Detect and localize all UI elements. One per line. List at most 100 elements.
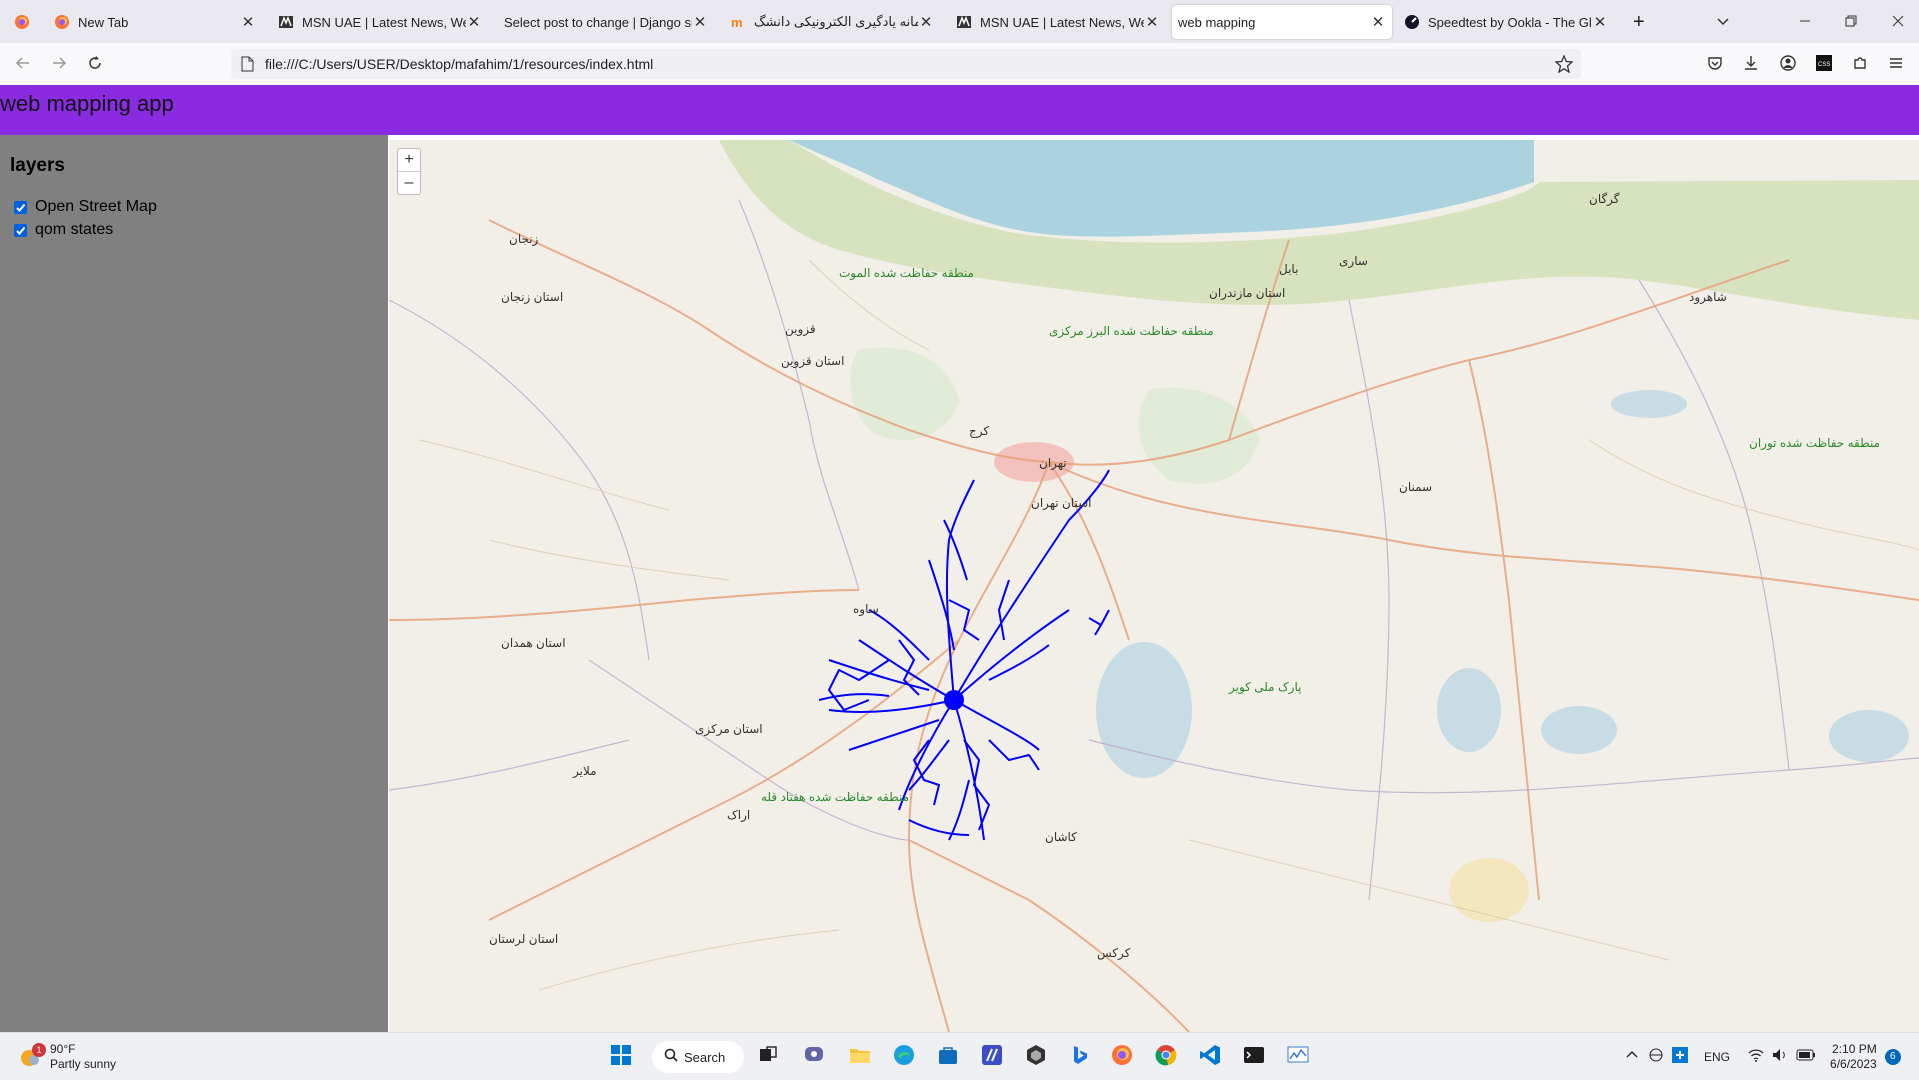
language-indicator[interactable]: ENG [1704, 1050, 1730, 1064]
msn-icon [956, 14, 972, 30]
weather-widget[interactable]: 1 90°F Partly sunny [18, 1033, 116, 1080]
layer-toggle-osm[interactable]: Open Street Map [14, 198, 157, 216]
search-label: Search [684, 1049, 726, 1065]
menu-button[interactable] [1883, 52, 1909, 78]
list-all-tabs-button[interactable] [1710, 5, 1736, 39]
tab-speedtest[interactable]: Speedtest by Ookla - The Globa ✕ [1398, 5, 1614, 39]
tab-django[interactable]: Select post to change | Django site ✕ [498, 5, 714, 39]
file-explorer-button[interactable] [844, 1041, 876, 1073]
terminal-icon [1243, 1044, 1265, 1071]
performance-monitor-button[interactable] [1282, 1041, 1314, 1073]
map-label: استان تهران [1031, 496, 1092, 510]
qom-states-layer [818, 469, 1110, 841]
edge-button[interactable] [888, 1041, 920, 1073]
task-view-button[interactable] [752, 1041, 784, 1073]
tab-msn-1[interactable]: MSN UAE | Latest News, Weath ✕ [272, 5, 488, 39]
layer-toggle-qom-states[interactable]: qom states [14, 221, 113, 239]
zoom-out-button[interactable]: – [398, 171, 420, 194]
chrome-icon [1155, 1044, 1177, 1071]
reload-icon [87, 55, 103, 76]
restore-button[interactable] [1839, 5, 1865, 39]
extensions-button[interactable] [1847, 52, 1873, 78]
teams-chat-button[interactable] [798, 1041, 830, 1073]
map-label: بابل [1279, 262, 1299, 276]
reload-button[interactable] [82, 52, 108, 78]
taskbar-search[interactable]: Search [652, 1041, 744, 1073]
download-icon [1743, 55, 1759, 76]
bing-button[interactable] [1064, 1041, 1096, 1073]
new-tab-button[interactable]: + [1627, 5, 1653, 39]
network-cloud-icon[interactable] [1648, 1047, 1664, 1066]
window-close-button[interactable] [1886, 5, 1912, 39]
file-icon [241, 56, 255, 77]
chrome-button[interactable] [1150, 1041, 1182, 1073]
css-extension-button[interactable]: CSS [1811, 52, 1837, 78]
tab-web-mapping[interactable]: web mapping ✕ [1172, 5, 1392, 39]
map-view[interactable]: + – زنجان استان زنجان قزوین استان قزوین … [389, 140, 1919, 1032]
layers-heading: layers [10, 155, 65, 176]
close-icon [1892, 15, 1904, 30]
forward-button[interactable] [46, 52, 72, 78]
css-extension-icon: CSS [1816, 54, 1832, 76]
account-button[interactable] [1775, 52, 1801, 78]
map-label: ساوه [853, 602, 879, 616]
wifi-icon[interactable] [1748, 1048, 1764, 1065]
map-label: قزوین [785, 322, 816, 336]
map-label: زنجان [509, 232, 539, 246]
map-label: شاهرود [1689, 290, 1727, 304]
notification-badge[interactable]: 6 [1884, 1048, 1901, 1065]
tab-title: web mapping [1178, 14, 1256, 30]
app-tray-icon[interactable] [1672, 1047, 1688, 1066]
firefox-menu-tab[interactable] [8, 5, 38, 39]
tab-title: Speedtest by Ookla - The Globa [1428, 14, 1592, 30]
close-tab-icon[interactable]: ✕ [1144, 14, 1160, 31]
powerapps-button[interactable] [976, 1041, 1008, 1073]
clock-time: 2:10 PM [1832, 1041, 1877, 1056]
tab-msn-2[interactable]: MSN UAE | Latest News, Weath ✕ [950, 5, 1166, 39]
vscode-button[interactable] [1194, 1041, 1226, 1073]
firefox-taskbar-button[interactable] [1106, 1041, 1138, 1073]
svg-text:CSS: CSS [1818, 62, 1830, 68]
tab-elearning[interactable]: m سامانه یادگیری الکترونیکی دانشگ ✕ [724, 5, 940, 39]
close-tab-icon[interactable]: ✕ [1370, 14, 1386, 31]
edge-icon [893, 1044, 915, 1071]
zoom-in-button[interactable]: + [398, 149, 420, 171]
bing-icon [1069, 1044, 1091, 1071]
checkbox-checked-icon[interactable] [14, 223, 27, 237]
address-bar[interactable]: file:///C:/Users/USER/Desktop/mafahim/1/… [231, 49, 1581, 79]
map-label: منطقه حفاظت شده توران [1749, 436, 1880, 450]
close-tab-icon[interactable]: ✕ [918, 14, 934, 31]
tab-title: Select post to change | Django site [504, 14, 692, 30]
minimize-button[interactable] [1793, 5, 1819, 39]
map-label: استان همدان [501, 636, 566, 650]
volume-icon[interactable] [1772, 1048, 1788, 1065]
map-label: استان لرستان [489, 932, 559, 946]
firefox-icon [1111, 1044, 1133, 1071]
weather-description: Partly sunny [50, 1056, 117, 1071]
plus-icon: + [1633, 10, 1645, 33]
terminal-button[interactable] [1238, 1041, 1270, 1073]
back-button[interactable] [10, 52, 36, 78]
close-tab-icon[interactable]: ✕ [466, 14, 482, 31]
arrow-left-icon [15, 55, 31, 76]
vscode-icon [1199, 1044, 1221, 1071]
slash-app-icon [981, 1044, 1003, 1071]
downloads-button[interactable] [1738, 52, 1764, 78]
close-tab-icon[interactable]: ✕ [240, 14, 256, 31]
close-tab-icon[interactable]: ✕ [692, 14, 708, 31]
tab-new-tab[interactable]: New Tab ✕ [48, 5, 262, 39]
chevron-up-icon[interactable] [1626, 1049, 1638, 1064]
map-label: استان زنجان [501, 290, 564, 304]
clock[interactable]: 2:10 PM 6/6/2023 [1830, 1042, 1877, 1072]
store-button[interactable] [932, 1041, 964, 1073]
close-tab-icon[interactable]: ✕ [1592, 14, 1608, 31]
checkbox-checked-icon[interactable] [14, 200, 27, 214]
tab-title: MSN UAE | Latest News, Weath [980, 14, 1144, 30]
battery-icon[interactable] [1796, 1049, 1816, 1064]
pocket-button[interactable] [1702, 52, 1728, 78]
start-button[interactable] [605, 1041, 637, 1073]
hamburger-menu-icon [1888, 55, 1904, 76]
map-label: استان مازندران [1209, 286, 1286, 300]
unity-button[interactable] [1020, 1041, 1052, 1073]
bookmark-star-icon[interactable] [1554, 54, 1574, 78]
